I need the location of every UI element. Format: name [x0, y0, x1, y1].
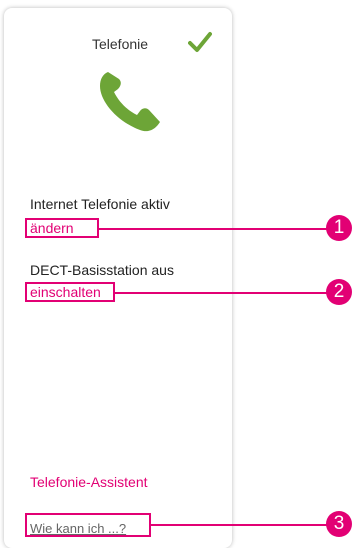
callout-line-3: [151, 524, 327, 526]
callout-badge-2: 2: [326, 279, 352, 305]
highlight-box-2: [25, 282, 115, 302]
card-title: Telefonie: [92, 36, 149, 52]
telephony-card: Telefonie Internet Telefonie aktiv änder…: [4, 8, 232, 548]
telephone-handset-icon: [100, 72, 160, 132]
callout-badge-3: 3: [326, 511, 352, 537]
checkmark-icon: [188, 32, 212, 52]
highlight-box-3: [25, 513, 151, 537]
highlight-box-1: [25, 218, 99, 238]
callout-line-2: [115, 292, 327, 294]
callout-badge-1: 1: [326, 215, 352, 241]
internet-telephony-status: Internet Telefonie aktiv: [30, 196, 170, 212]
dect-base-station-status: DECT-Basisstation aus: [30, 262, 174, 278]
telephony-assistant-link[interactable]: Telefonie-Assistent: [30, 474, 148, 490]
callout-line-1: [99, 228, 327, 230]
